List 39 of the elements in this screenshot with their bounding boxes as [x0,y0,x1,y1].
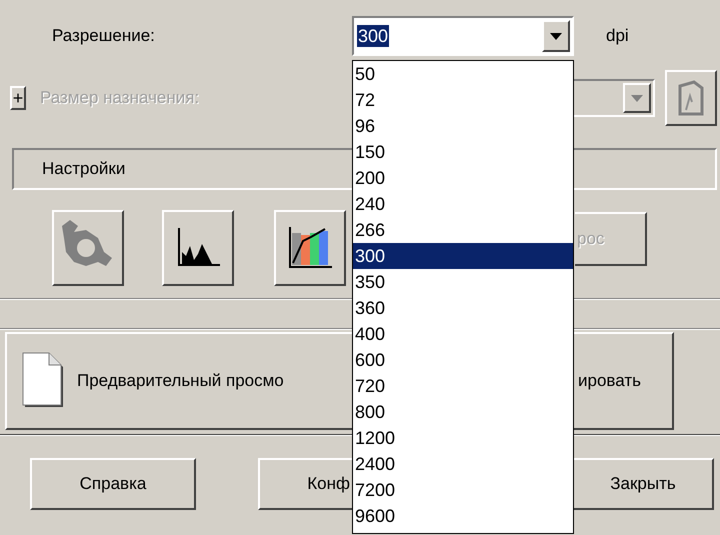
dropdown-option[interactable]: 350 [353,269,573,295]
resolution-combo-box[interactable]: 300 [352,16,574,56]
dropdown-option[interactable]: 600 [353,347,573,373]
dropdown-option[interactable]: 720 [353,373,573,399]
page-tool-button[interactable] [665,70,717,126]
help-button[interactable]: Справка [30,458,196,510]
dropdown-option[interactable]: 96 [353,113,573,139]
resolution-label: Разрешение: [52,25,156,48]
preview-button[interactable]: Предварительный просмо [5,332,352,430]
settings-label: Настройки [42,158,126,180]
dropdown-option[interactable]: 266 [353,217,573,243]
caret-icon [631,94,643,102]
resolution-value: 300 [357,25,390,47]
dropdown-option[interactable]: 72 [353,87,573,113]
configure-button[interactable]: Конф [258,458,352,510]
dropdown-arrow-button[interactable] [623,83,651,113]
caret-icon [550,32,562,40]
dropdown-option[interactable]: 7200 [353,477,573,503]
page-icon [678,80,704,116]
color-histogram-icon [288,227,332,269]
dropdown-option[interactable]: 2400 [353,451,573,477]
tool-button[interactable] [274,210,346,286]
dropdown-arrow-button[interactable] [542,20,570,52]
dropdown-option[interactable]: 50 [353,61,573,87]
tool-button[interactable] [52,210,124,286]
dropdown-option[interactable]: 150 [353,139,573,165]
histogram-icon [176,228,220,268]
dropdown-option[interactable]: 1200 [353,425,573,451]
dropdown-option[interactable]: 800 [353,399,573,425]
dropdown-option[interactable]: 240 [353,191,573,217]
dropdown-option[interactable]: 400 [353,321,573,347]
dropdown-option[interactable]: 360 [353,295,573,321]
unit-label: dpi [606,25,629,48]
tool-button[interactable] [162,210,234,286]
dropdown-option[interactable]: 9600 [353,503,573,529]
dropdown-option[interactable]: 300 [353,243,573,269]
dropdown-option[interactable]: 200 [353,165,573,191]
scan-button[interactable]: ировать [574,332,674,430]
close-button[interactable]: Закрыть [574,458,714,510]
